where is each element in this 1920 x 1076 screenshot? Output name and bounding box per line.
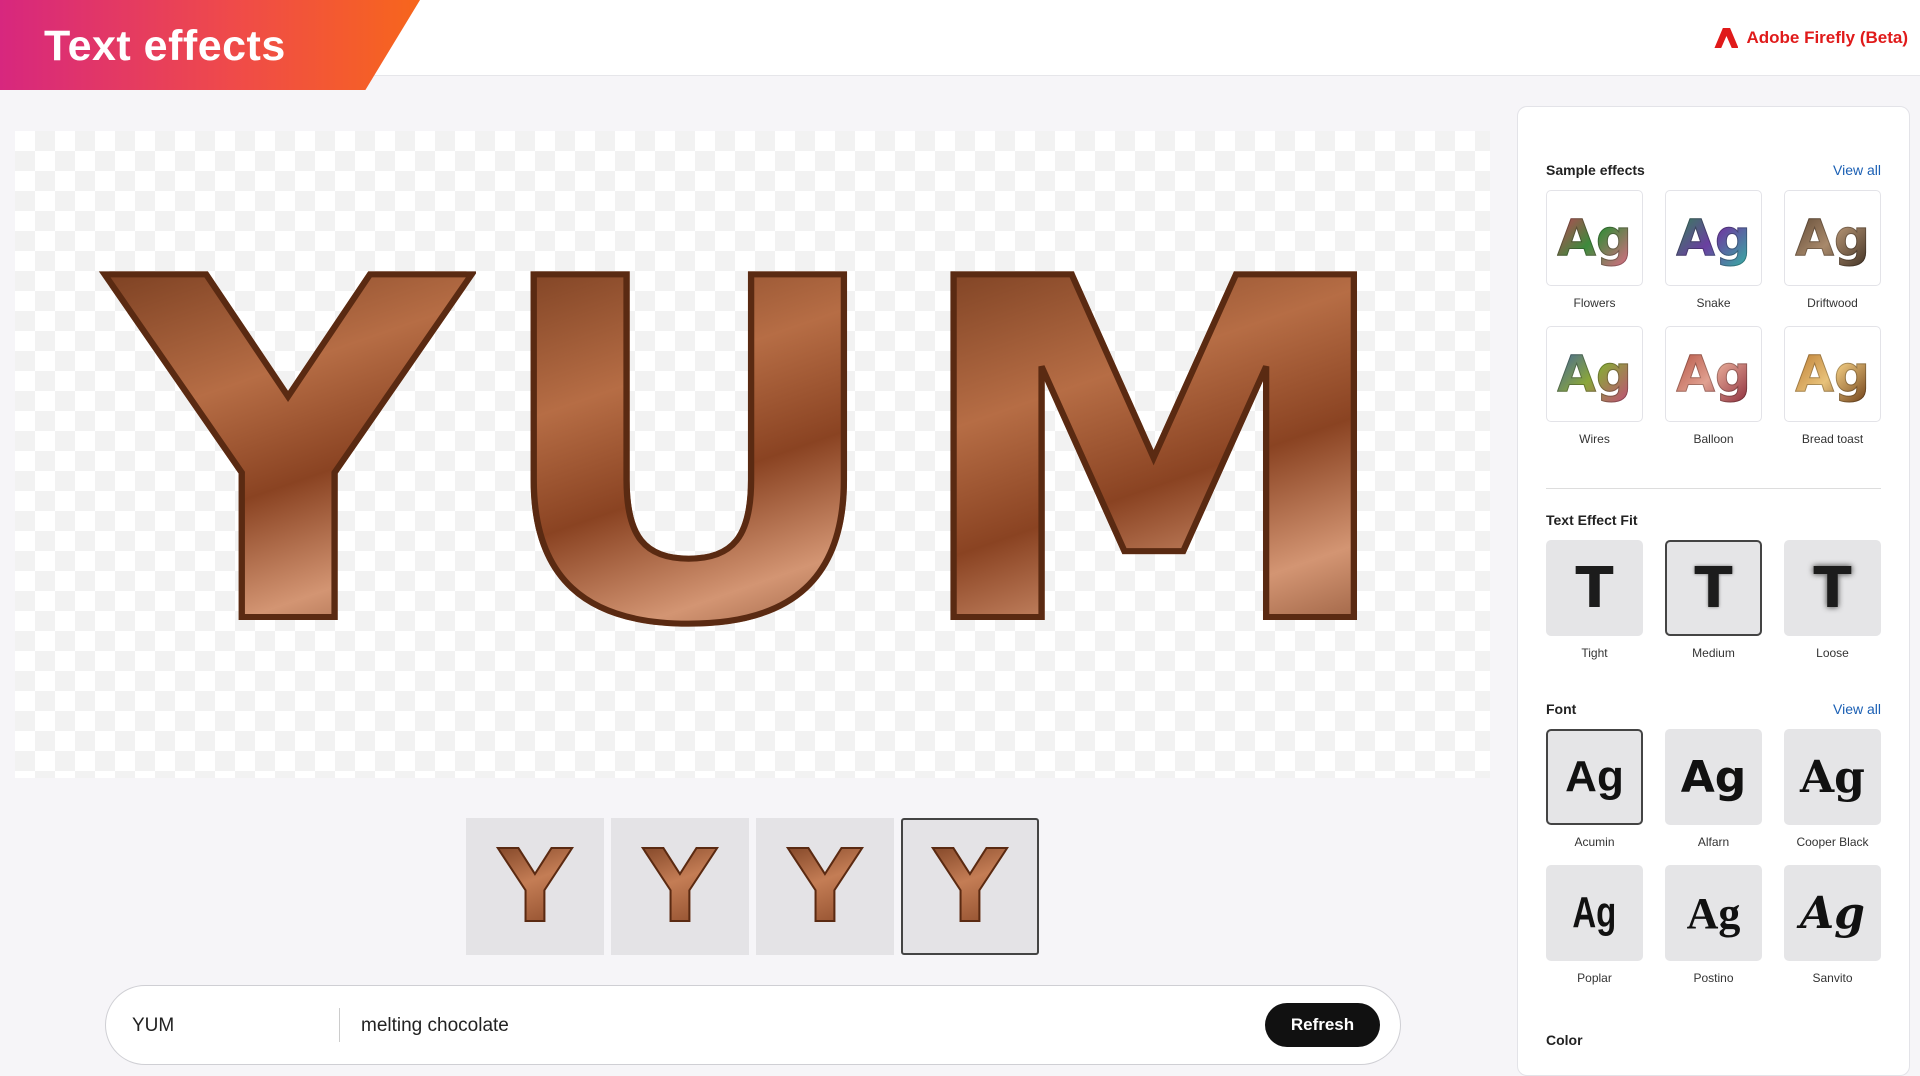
option-label: Acumin — [1574, 835, 1615, 849]
text-effect-result: Y U M — [106, 180, 1402, 728]
refresh-button[interactable]: Refresh — [1265, 1003, 1380, 1047]
fit-option-medium-tile[interactable]: T — [1665, 540, 1762, 636]
option-label: Balloon — [1693, 432, 1734, 446]
variation-thumbnail[interactable]: Y — [611, 818, 749, 955]
font-preview: Ag — [1572, 888, 1617, 937]
fit-option-tight-tile[interactable]: T — [1546, 540, 1643, 636]
option-label: Wires — [1579, 432, 1610, 446]
fit-option-loose[interactable]: T Loose — [1784, 540, 1881, 676]
font-preview: Ag — [1680, 751, 1747, 803]
sample-effect-snake-tile[interactable]: Ag — [1665, 190, 1762, 286]
font-option-cooper-black-tile[interactable]: Ag — [1784, 729, 1881, 825]
font-option-poplar[interactable]: Ag Poplar — [1546, 865, 1643, 1001]
section-title: Font — [1546, 701, 1577, 717]
divider — [339, 1008, 340, 1042]
thumb-glyph: Y — [643, 827, 717, 946]
effect-preview: Ag — [1676, 209, 1751, 268]
effect-preview: Ag — [1795, 209, 1870, 268]
app-header: Text effects Adobe Firefly (Beta) — [0, 0, 1920, 90]
variation-thumbnail[interactable]: Y — [756, 818, 894, 955]
variation-thumbnail[interactable]: Y — [466, 818, 604, 955]
font-preview: Ag — [1800, 751, 1865, 803]
option-label: Tight — [1581, 646, 1608, 660]
letter: M — [905, 180, 1402, 728]
fit-option-loose-tile[interactable]: T — [1784, 540, 1881, 636]
fit-preview-icon: T — [1694, 555, 1733, 621]
brand[interactable]: Adobe Firefly (Beta) — [1714, 28, 1908, 48]
option-label: Snake — [1696, 296, 1731, 310]
sample-effect-bread-toast-tile[interactable]: Ag — [1784, 326, 1881, 422]
font-option-poplar-tile[interactable]: Ag — [1546, 865, 1643, 961]
font-option-acumin-tile[interactable]: Ag — [1546, 729, 1643, 825]
prompt-input[interactable]: melting chocolate — [361, 1015, 509, 1037]
thumb-glyph: Y — [933, 827, 1007, 946]
option-label: Loose — [1816, 646, 1849, 660]
font-option-alfarn[interactable]: Ag Alfarn — [1665, 729, 1762, 865]
sample-effect-bread-toast[interactable]: Ag Bread toast — [1784, 326, 1881, 462]
effect-preview: Ag — [1795, 345, 1870, 404]
view-all-effects-link[interactable]: View all — [1833, 162, 1881, 178]
option-label: Medium — [1692, 646, 1735, 660]
font-preview: Ag — [1565, 752, 1624, 801]
sample-effect-wires-tile[interactable]: Ag — [1546, 326, 1643, 422]
color-section: Color — [1546, 1032, 1881, 1048]
font-preview: Ag — [1686, 888, 1741, 938]
sample-effects-section: Sample effects View all Ag Flowers Ag Snake A… — [1546, 162, 1881, 462]
fit-preview-icon: T — [1575, 555, 1614, 621]
font-preview: Ag — [1800, 887, 1865, 939]
option-label: Bread toast — [1801, 432, 1864, 446]
fit-option-medium[interactable]: T Medium — [1665, 540, 1762, 676]
fit-option-tight[interactable]: T Tight — [1546, 540, 1643, 676]
font-option-postino[interactable]: Ag Postino — [1665, 865, 1762, 1001]
sample-effect-snake[interactable]: Ag Snake — [1665, 190, 1762, 326]
page-title: Text effects — [44, 22, 286, 70]
variation-thumbnail-selected[interactable]: Y — [901, 818, 1039, 955]
sample-effect-flowers-tile[interactable]: Ag — [1546, 190, 1643, 286]
sample-effect-flowers[interactable]: Ag Flowers — [1546, 190, 1643, 326]
font-option-cooper-black[interactable]: Ag Cooper Black — [1784, 729, 1881, 865]
sample-effect-driftwood[interactable]: Ag Driftwood — [1784, 190, 1881, 326]
brand-label: Adobe Firefly (Beta) — [1746, 28, 1908, 47]
font-option-sanvito[interactable]: Ag Sanvito — [1784, 865, 1881, 1001]
result-canvas: Y U M — [15, 131, 1490, 778]
section-title: Color — [1546, 1032, 1583, 1048]
sample-effect-wires[interactable]: Ag Wires — [1546, 326, 1643, 462]
effect-preview: Ag — [1557, 209, 1632, 268]
font-option-sanvito-tile[interactable]: Ag — [1784, 865, 1881, 961]
letter: Y — [106, 180, 470, 728]
option-label: Sanvito — [1812, 971, 1853, 985]
fit-preview-icon: T — [1813, 555, 1852, 621]
adobe-logo-icon — [1714, 28, 1739, 48]
thumb-glyph: Y — [788, 827, 862, 946]
section-title: Text Effect Fit — [1546, 512, 1638, 528]
fit-section: Text Effect Fit T Tight T Medium T Loose — [1546, 512, 1881, 676]
variation-thumbnails: Y Y Y Y — [466, 818, 1039, 955]
effect-preview: Ag — [1557, 345, 1632, 404]
option-label: Driftwood — [1807, 296, 1858, 310]
sample-effect-balloon[interactable]: Ag Balloon — [1665, 326, 1762, 462]
option-label: Flowers — [1573, 296, 1616, 310]
option-label: Alfarn — [1697, 835, 1730, 849]
font-section: Font View all Ag Acumin Ag Alfarn Ag Cooper Bl… — [1546, 701, 1881, 1001]
option-label: Cooper Black — [1796, 835, 1869, 849]
section-title: Sample effects — [1546, 162, 1645, 178]
font-option-postino-tile[interactable]: Ag — [1665, 865, 1762, 961]
sample-effect-driftwood-tile[interactable]: Ag — [1784, 190, 1881, 286]
view-all-fonts-link[interactable]: View all — [1833, 701, 1881, 717]
letter: U — [485, 180, 892, 728]
thumb-glyph: Y — [498, 827, 572, 946]
title-banner: Text effects — [0, 0, 420, 90]
font-option-alfarn-tile[interactable]: Ag — [1665, 729, 1762, 825]
option-label: Postino — [1693, 971, 1734, 985]
effect-preview: Ag — [1676, 345, 1751, 404]
divider — [1546, 488, 1881, 489]
settings-panel: Sample effects View all Ag Flowers Ag Snake A… — [1517, 106, 1910, 1076]
text-input[interactable]: YUM — [132, 1015, 174, 1037]
font-option-acumin[interactable]: Ag Acumin — [1546, 729, 1643, 865]
sample-effect-balloon-tile[interactable]: Ag — [1665, 326, 1762, 422]
prompt-bar: YUM melting chocolate Refresh — [105, 985, 1401, 1065]
option-label: Poplar — [1577, 971, 1612, 985]
